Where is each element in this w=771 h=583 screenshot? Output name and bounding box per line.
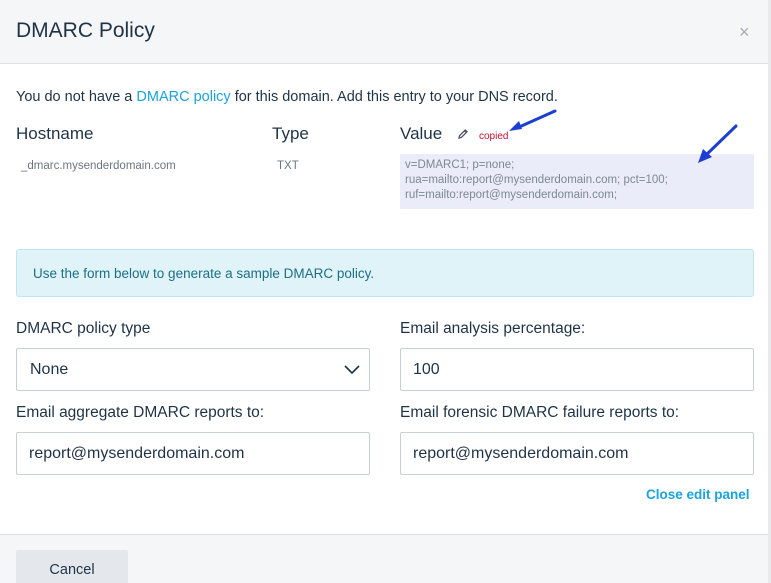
- info-banner: Use the form below to generate a sample …: [16, 249, 754, 297]
- chevron-down-icon: [344, 365, 360, 375]
- aggregate-email-value: report@mysenderdomain.com: [29, 445, 245, 462]
- close-edit-panel-link[interactable]: Close edit panel: [646, 487, 750, 502]
- modal-title: DMARC Policy: [16, 19, 155, 42]
- annotation-arrow-icon: [698, 124, 738, 163]
- annotation-arrow-icon: [509, 109, 557, 131]
- percentage-input[interactable]: 100: [400, 348, 754, 391]
- intro-after: for this domain. Add this entry to your …: [230, 89, 558, 105]
- type-value: TXT: [277, 160, 299, 172]
- forensic-email-input[interactable]: report@mysenderdomain.com: [400, 432, 754, 475]
- policy-type-label: DMARC policy type: [16, 320, 151, 337]
- value-line: ruf=mailto:report@mysenderdomain.com;: [405, 189, 618, 201]
- aggregate-label: Email aggregate DMARC reports to:: [16, 404, 265, 421]
- percentage-label: Email analysis percentage:: [400, 320, 586, 337]
- policy-type-value: None: [30, 361, 69, 378]
- hostname-header: Hostname: [16, 124, 94, 143]
- modal-header: DMARC Policy ×: [0, 0, 771, 64]
- percentage-value: 100: [413, 361, 440, 378]
- dmarc-policy-modal: DMARC Policy × You do not have a DMARC p…: [0, 0, 771, 583]
- policy-type-select[interactable]: None: [16, 348, 370, 391]
- value-line: rua=mailto:report@mysenderdomain.com; pc…: [405, 174, 668, 186]
- info-banner-text: Use the form below to generate a sample …: [33, 266, 375, 281]
- dmarc-policy-link[interactable]: DMARC policy: [136, 89, 230, 105]
- copied-label: copied: [479, 131, 509, 142]
- pencil-icon[interactable]: [457, 128, 469, 140]
- cancel-button[interactable]: Cancel: [16, 550, 128, 583]
- forensic-email-value: report@mysenderdomain.com: [413, 445, 629, 462]
- intro-before: You do not have a: [16, 89, 137, 105]
- hostname-value: _dmarc.mysenderdomain.com: [21, 160, 176, 172]
- close-icon[interactable]: ×: [739, 22, 750, 42]
- intro-text: You do not have a DMARC policy for this …: [16, 89, 558, 105]
- type-header: Type: [272, 124, 309, 143]
- value-header: Value: [400, 124, 443, 143]
- aggregate-email-input[interactable]: report@mysenderdomain.com: [16, 432, 370, 475]
- forensic-label: Email forensic DMARC failure reports to:: [400, 404, 680, 421]
- modal-footer: Cancel: [0, 534, 771, 583]
